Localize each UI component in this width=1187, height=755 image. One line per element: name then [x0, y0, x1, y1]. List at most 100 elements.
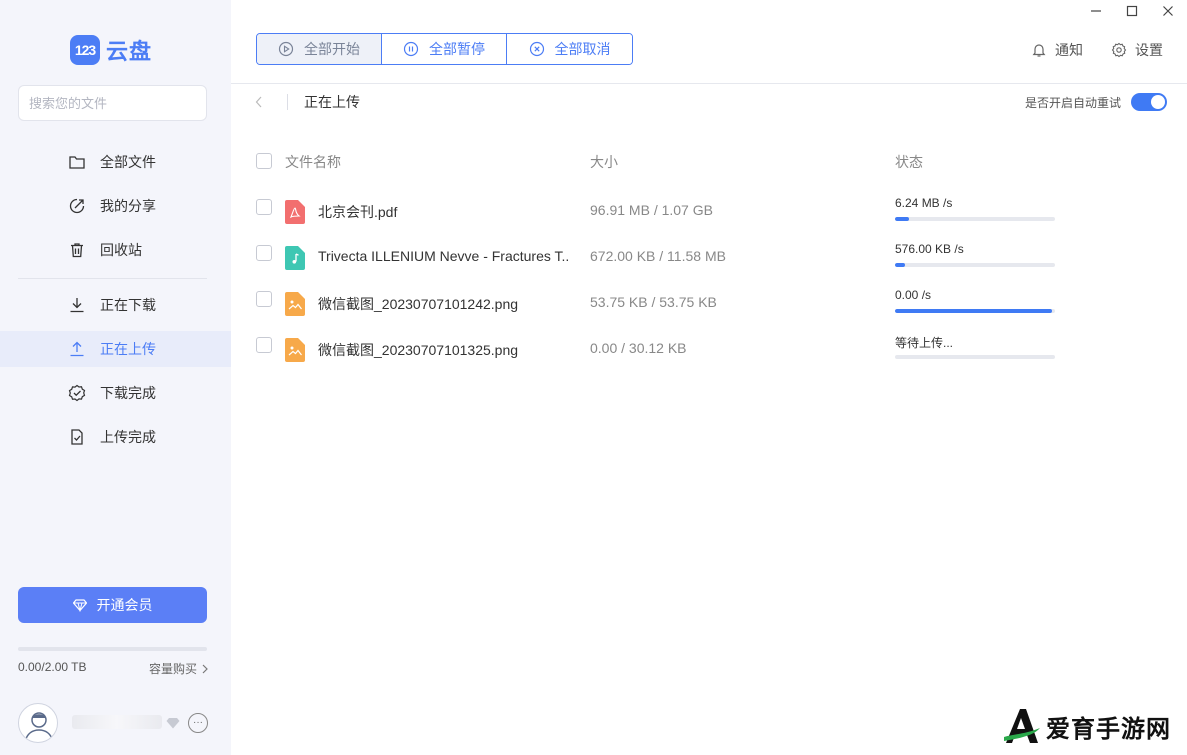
vip-diamond-icon [166, 718, 180, 729]
file-size: 96.91 MB / 1.07 GB [590, 202, 713, 218]
sidebar-item-label: 回收站 [100, 242, 142, 258]
pdf-file-icon [285, 200, 305, 224]
sidebar-item-uploading[interactable]: 正在上传 [0, 331, 231, 367]
folder-icon [69, 156, 85, 169]
transfer-toolbar: 全部开始 全部暂停 全部取消 [256, 33, 633, 65]
progress-bar [895, 309, 1055, 313]
search-box [18, 85, 207, 121]
file-size: 0.00 / 30.12 KB [590, 340, 687, 356]
breadcrumb: 正在上传 [255, 92, 360, 112]
sidebar-item-label: 正在下载 [100, 297, 156, 313]
maximize-icon [1126, 5, 1138, 17]
page-title: 正在上传 [304, 94, 360, 110]
music-file-icon [285, 246, 305, 270]
pause-all-label: 全部暂停 [429, 41, 485, 57]
auto-retry-toggle[interactable] [1131, 93, 1167, 111]
site-watermark: 爱育手游网 [1002, 707, 1171, 745]
cancel-all-button[interactable]: 全部取消 [507, 34, 632, 64]
avatar[interactable] [18, 703, 58, 743]
row-checkbox[interactable] [256, 199, 272, 215]
sidebar-item-downloading[interactable]: 正在下载 [0, 287, 231, 323]
progress-bar [895, 217, 1055, 221]
trash-icon [71, 243, 83, 258]
start-all-button[interactable]: 全部开始 [257, 34, 382, 64]
buy-capacity-label: 容量购买 [148, 662, 197, 676]
more-options-button[interactable]: ··· [188, 713, 208, 733]
select-all-checkbox[interactable] [256, 153, 272, 169]
close-icon [1163, 6, 1173, 16]
pause-all-button[interactable]: 全部暂停 [382, 34, 507, 64]
table-row[interactable]: 微信截图_20230707101242.png 53.75 KB / 53.75… [256, 282, 1156, 322]
sidebar-item-label: 正在上传 [100, 341, 156, 357]
settings-label: 设置 [1135, 42, 1163, 58]
open-vip-button[interactable]: 开通会员 [18, 587, 207, 623]
sidebar-item-label: 我的分享 [100, 198, 156, 214]
bell-icon [1032, 44, 1046, 57]
user-avatar-icon [24, 712, 54, 742]
file-name: 北京会刊.pdf [318, 204, 398, 220]
transfer-status: 6.24 MB /s [895, 196, 953, 210]
diamond-icon [72, 599, 87, 612]
cancel-circle-icon [529, 41, 544, 57]
auto-retry-label: 是否开启自动重试 [1024, 95, 1121, 110]
transfer-status: 等待上传... [895, 336, 954, 350]
doc-check-icon [71, 429, 83, 445]
nav-divider [18, 278, 207, 279]
table-row[interactable]: 北京会刊.pdf 96.91 MB / 1.07 GB 6.24 MB /s [256, 190, 1156, 230]
column-name: 文件名称 [285, 154, 341, 170]
transfer-status: 576.00 KB /s [895, 242, 964, 256]
file-name: 微信截图_20230707101242.png [318, 296, 519, 312]
settings-button[interactable]: 设置 [1111, 40, 1163, 60]
start-all-label: 全部开始 [304, 41, 360, 57]
row-checkbox[interactable] [256, 337, 272, 353]
sidebar-item-upload-complete[interactable]: 上传完成 [0, 419, 231, 455]
auto-retry-setting: 是否开启自动重试 [1025, 93, 1167, 111]
sidebar: 123 云盘 全部文件 我的分享 回收站 正在下载 正在上传 [0, 0, 231, 755]
sidebar-item-label: 上传完成 [100, 429, 156, 445]
search-input[interactable] [29, 95, 205, 111]
share-icon [69, 198, 85, 214]
maximize-button[interactable] [1123, 2, 1141, 20]
progress-fill [895, 263, 905, 267]
close-button[interactable] [1159, 2, 1177, 20]
progress-bar [895, 263, 1055, 267]
breadcrumb-divider [287, 94, 288, 110]
header-divider [231, 83, 1187, 84]
window-controls [1087, 2, 1177, 20]
buy-capacity-link[interactable]: 容量购买 [149, 660, 209, 677]
sidebar-item-all-files[interactable]: 全部文件 [0, 144, 231, 180]
vip-label: 开通会员 [96, 597, 153, 613]
download-icon [70, 298, 84, 313]
table-header: 文件名称 大小 状态 [256, 152, 1156, 172]
sidebar-item-my-share[interactable]: 我的分享 [0, 188, 231, 224]
storage-usage: 0.00/2.00 TB [18, 660, 87, 674]
chevron-right-icon [202, 664, 208, 673]
sidebar-item-recycle-bin[interactable]: 回收站 [0, 232, 231, 268]
notify-label: 通知 [1055, 42, 1083, 58]
cancel-all-label: 全部取消 [554, 41, 611, 57]
sidebar-item-label: 全部文件 [100, 154, 156, 170]
progress-bar [895, 355, 1055, 359]
gear-icon [1111, 42, 1127, 58]
file-name: 微信截图_20230707101325.png [318, 342, 519, 358]
image-file-icon [285, 338, 305, 362]
table-row[interactable]: 微信截图_20230707101325.png 0.00 / 30.12 KB … [256, 328, 1156, 368]
table-row[interactable]: Trivecta ILLENIUM Nevve - Fractures T...… [256, 236, 1156, 276]
sidebar-item-label: 下载完成 [100, 385, 156, 401]
minimize-button[interactable] [1087, 2, 1105, 20]
file-name: Trivecta ILLENIUM Nevve - Fractures T... [318, 248, 568, 264]
notify-button[interactable]: 通知 [1031, 40, 1083, 60]
column-status: 状态 [895, 154, 923, 170]
progress-fill [895, 309, 1052, 313]
row-checkbox[interactable] [256, 245, 272, 261]
progress-fill [895, 217, 910, 221]
chevron-left-icon [255, 96, 262, 108]
nav-group-transfer: 正在下载 正在上传 下载完成 上传完成 [0, 287, 231, 463]
transfer-status: 0.00 /s [895, 288, 932, 302]
sidebar-item-download-complete[interactable]: 下载完成 [0, 375, 231, 411]
column-size: 大小 [590, 154, 618, 170]
row-checkbox[interactable] [256, 291, 272, 307]
storage-progress-bar [18, 647, 207, 651]
logo-text: 云盘 [106, 39, 153, 64]
back-button[interactable] [255, 95, 269, 109]
